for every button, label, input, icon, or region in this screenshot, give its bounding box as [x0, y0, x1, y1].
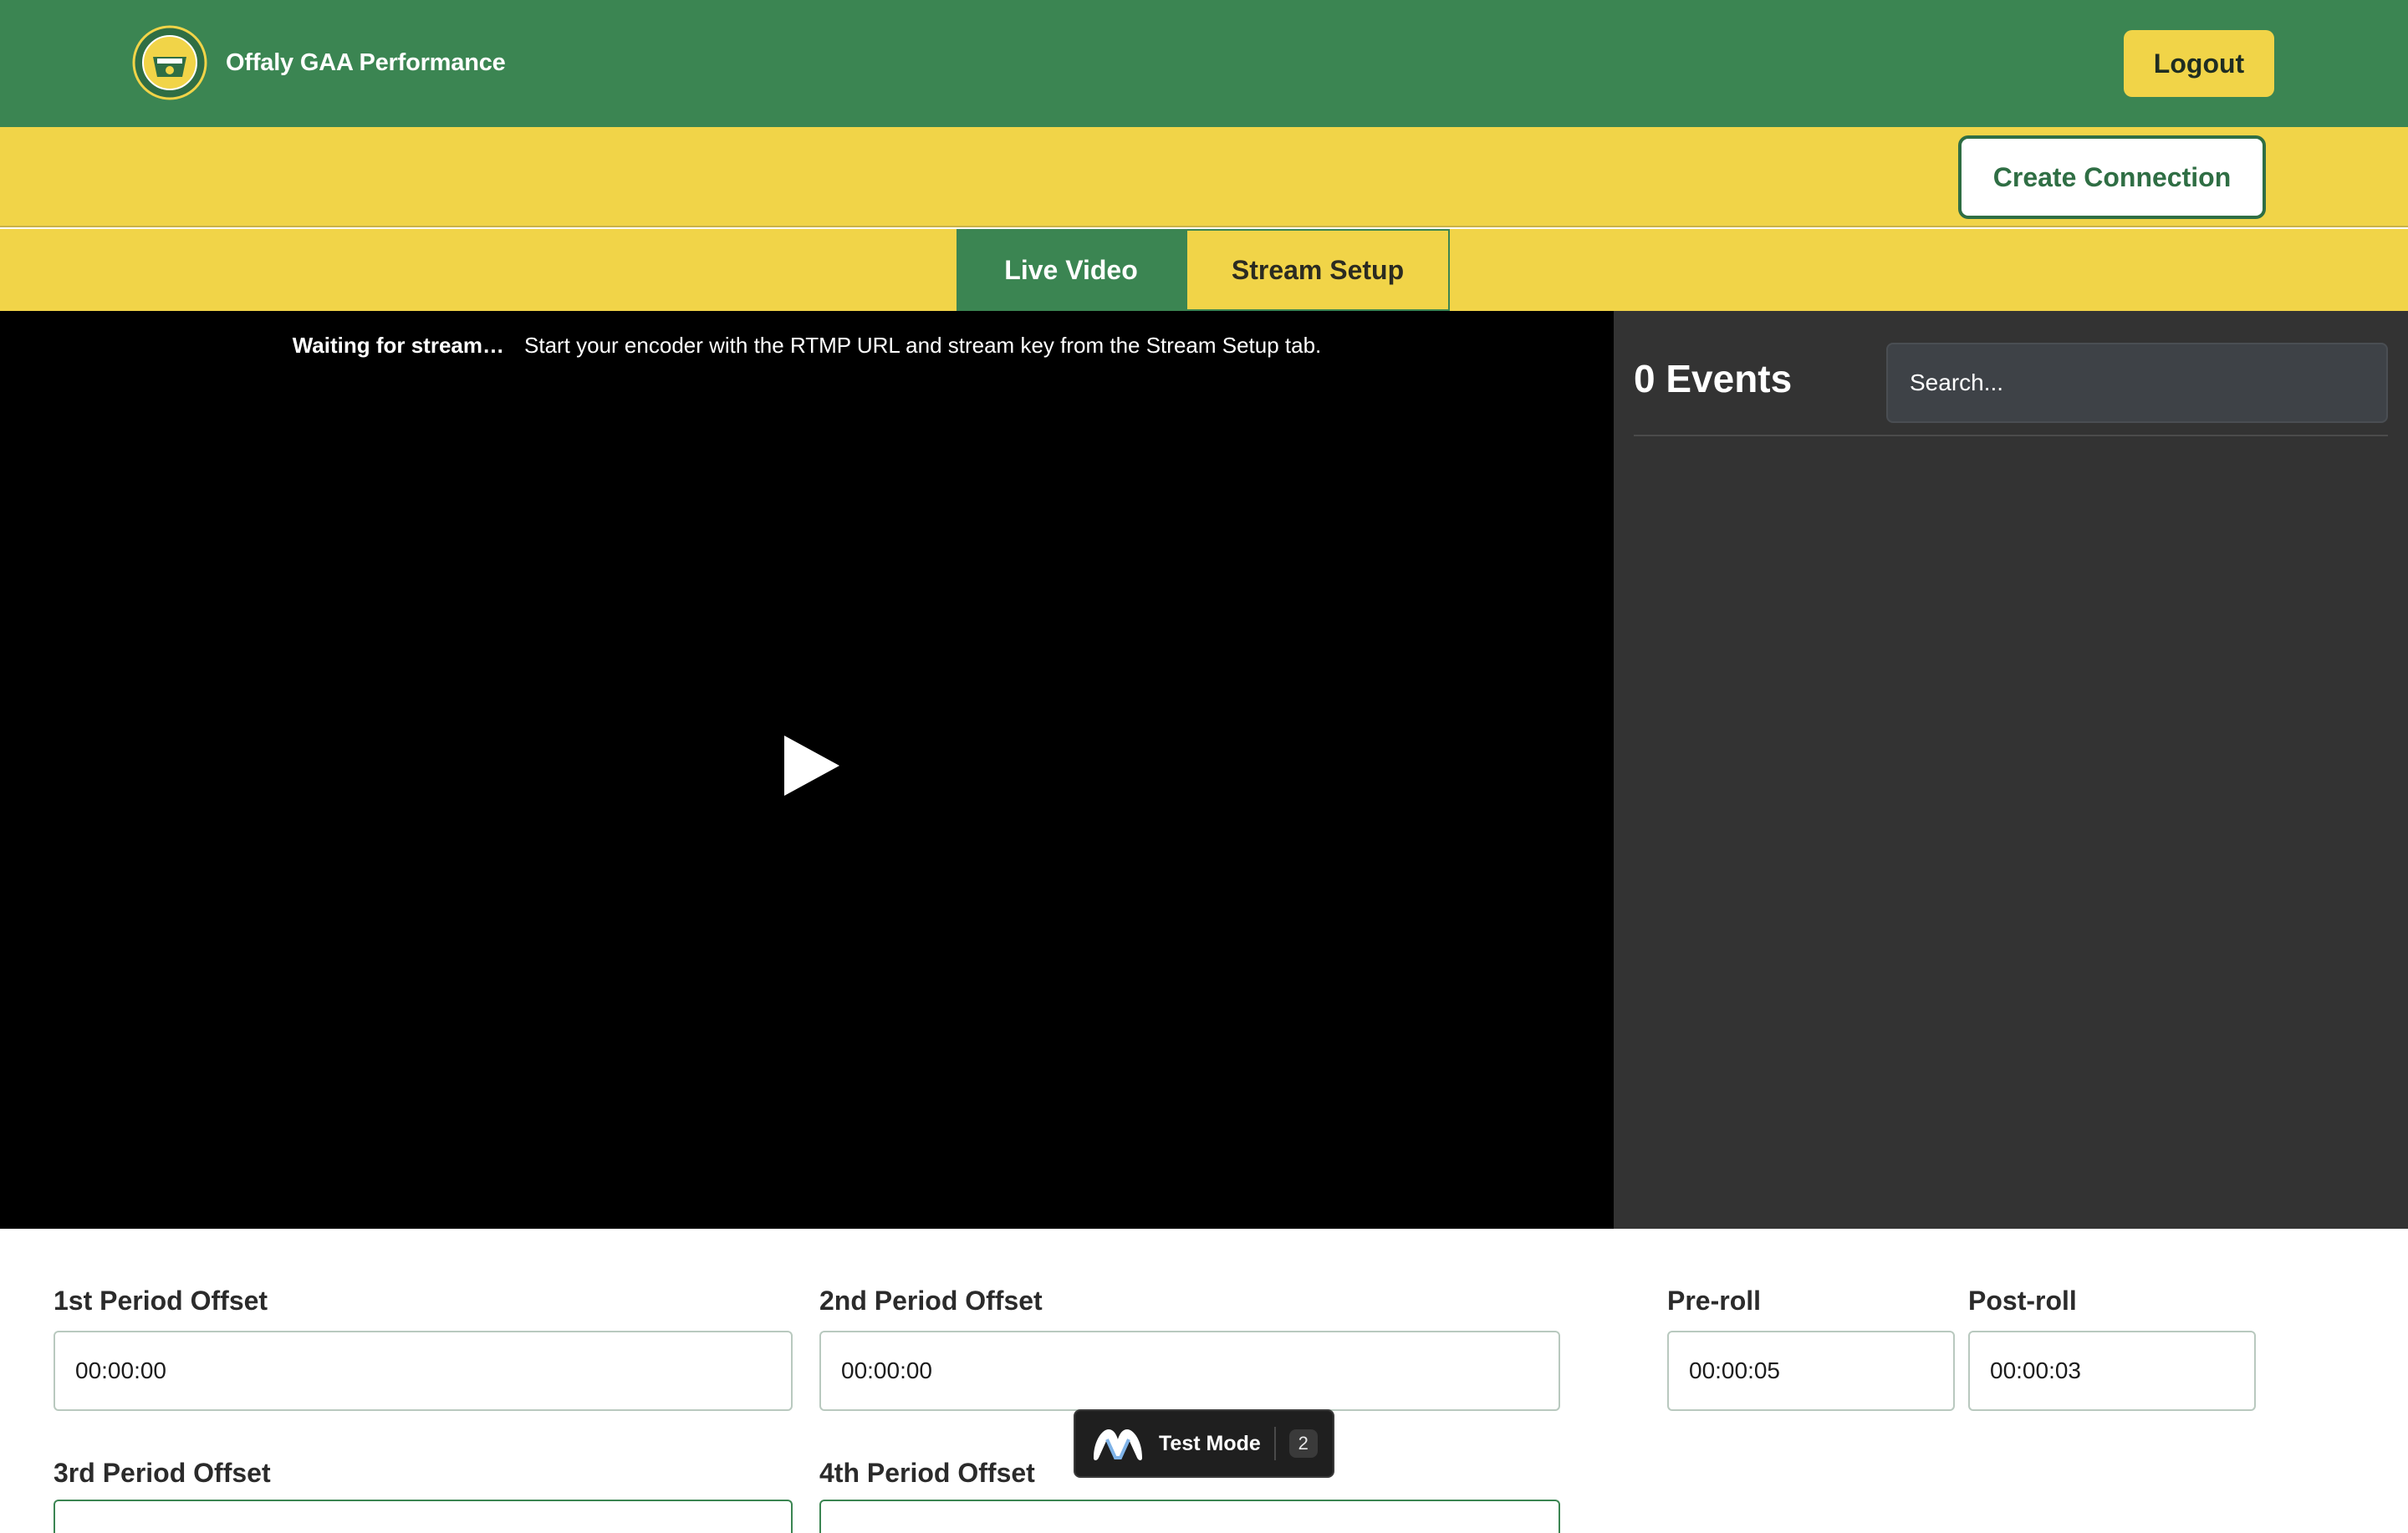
stream-status-title: Waiting for stream… — [292, 333, 504, 358]
stream-status-message: Start your encoder with the RTMP URL and… — [524, 333, 1322, 358]
top-header: Offaly GAA Performance Logout — [0, 0, 2408, 127]
logout-button[interactable]: Logout — [2124, 30, 2274, 97]
club-crest-icon — [132, 25, 207, 100]
second-period-label: 2nd Period Offset — [819, 1286, 1043, 1316]
events-divider — [1634, 435, 2388, 436]
second-period-input[interactable] — [819, 1331, 1560, 1411]
tab-live-video[interactable]: Live Video — [957, 229, 1186, 311]
first-period-label: 1st Period Offset — [54, 1286, 268, 1316]
video-player[interactable]: Waiting for stream… Start your encoder wi… — [0, 311, 1614, 1229]
test-mode-badge: 2 — [1288, 1429, 1318, 1458]
third-period-label: 3rd Period Offset — [54, 1458, 271, 1488]
post-roll-label: Post-roll — [1968, 1286, 2077, 1316]
events-panel: 0 Events — [1614, 311, 2408, 1229]
toast-divider — [1273, 1427, 1276, 1460]
tab-stream-setup[interactable]: Stream Setup — [1186, 229, 1450, 311]
action-bar: Create Connection — [0, 127, 2408, 227]
events-count: 0 Events — [1634, 357, 1793, 400]
play-icon[interactable] — [778, 732, 844, 799]
post-roll-input[interactable] — [1968, 1331, 2256, 1411]
test-mode-label: Test Mode — [1159, 1431, 1261, 1455]
events-search-input[interactable] — [1886, 343, 2388, 423]
brand[interactable]: Offaly GAA Performance — [132, 25, 506, 100]
stream-status: Waiting for stream… Start your encoder wi… — [0, 333, 1614, 359]
app-logo-icon — [1094, 1429, 1142, 1460]
brand-name: Offaly GAA Performance — [226, 48, 506, 76]
create-connection-button[interactable]: Create Connection — [1958, 135, 2266, 219]
first-period-input[interactable] — [54, 1331, 793, 1411]
test-mode-toast[interactable]: Test Mode 2 — [1074, 1409, 1334, 1478]
fourth-period-input[interactable] — [819, 1500, 1560, 1533]
fourth-period-label: 4th Period Offset — [819, 1458, 1035, 1488]
pre-roll-label: Pre-roll — [1667, 1286, 1762, 1316]
pre-roll-input[interactable] — [1667, 1331, 1955, 1411]
third-period-input[interactable] — [54, 1500, 793, 1533]
tab-bar: Live Video Stream Setup — [0, 229, 2408, 311]
